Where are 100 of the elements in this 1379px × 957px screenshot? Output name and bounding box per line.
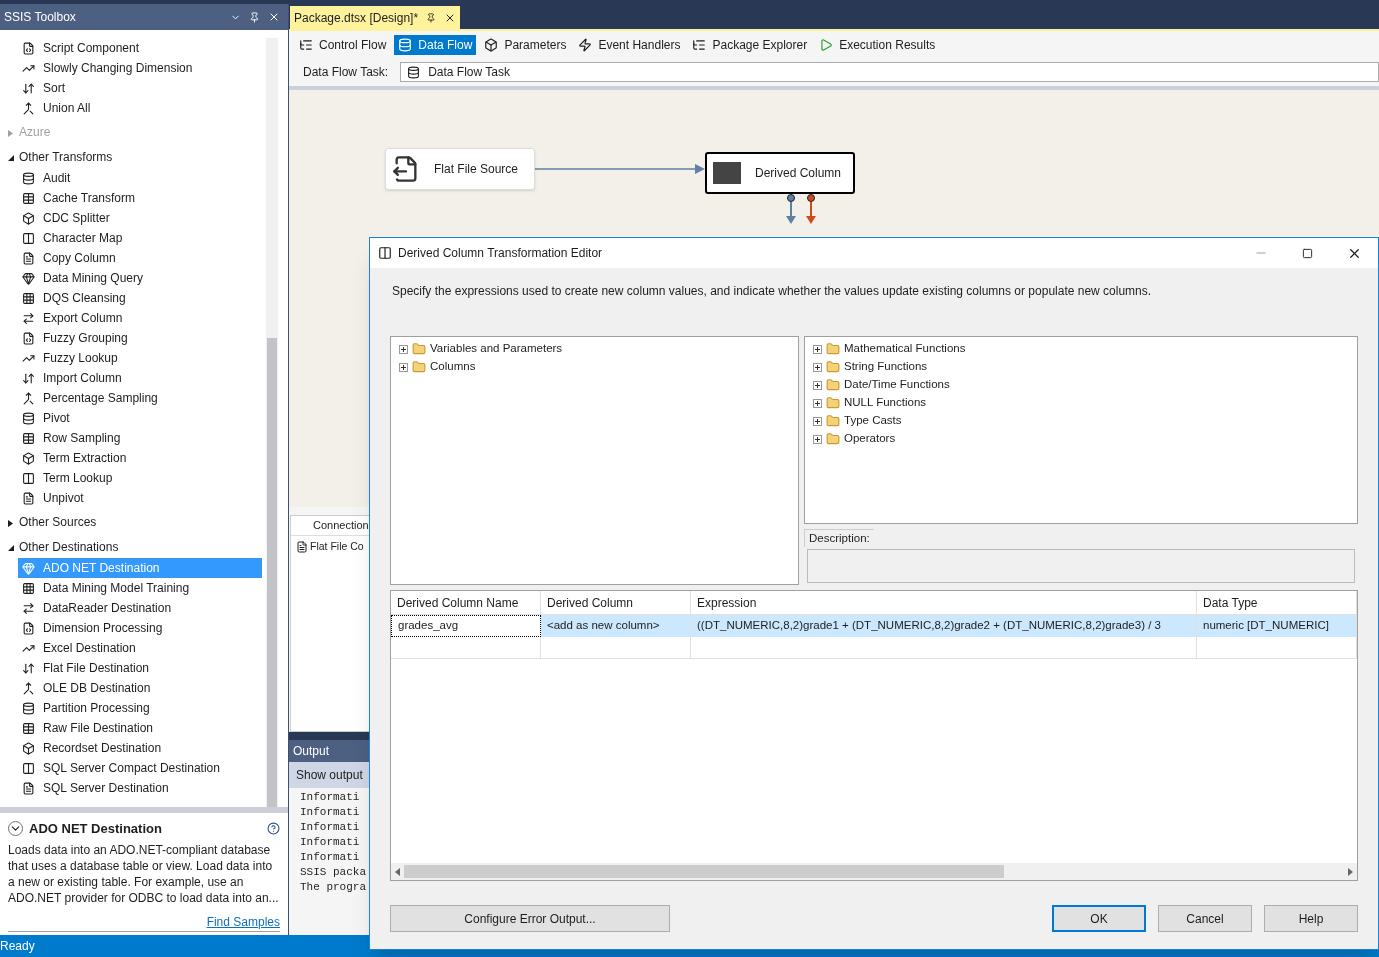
expand-box-icon[interactable] (813, 362, 822, 372)
description-label: Description: (804, 529, 874, 548)
column-header[interactable]: Data Type (1197, 591, 1357, 614)
toolbox-item[interactable]: Audit (18, 168, 262, 188)
tree-item[interactable]: Mathematical Functions (813, 340, 1354, 358)
database-icon (22, 701, 35, 715)
toolbox-item[interactable]: Dimension Processing (18, 618, 262, 638)
collapsed-triangle-icon[interactable] (8, 520, 14, 527)
tree-item[interactable]: NULL Functions (813, 394, 1354, 412)
toolbox-item[interactable]: Row Sampling (18, 428, 262, 448)
folder-icon (826, 378, 840, 392)
toolbox-item[interactable]: Character Map (18, 228, 262, 248)
designer-tab[interactable]: Parameters (480, 34, 571, 55)
toolbox-item[interactable]: Pivot (18, 408, 262, 428)
folder-icon (826, 432, 840, 446)
toolbox-item[interactable]: Excel Destination (18, 638, 262, 658)
pin-icon[interactable] (426, 12, 437, 23)
toolbox-item[interactable]: Sort (18, 78, 262, 98)
tree-item[interactable]: Type Casts (813, 412, 1354, 430)
toolbox-item[interactable]: DQS Cleansing (18, 288, 262, 308)
toolbox-item[interactable]: OLE DB Destination (18, 678, 262, 698)
gem-icon (22, 271, 35, 285)
toolbox-item[interactable]: Term Extraction (18, 448, 262, 468)
column-header[interactable]: Derived Column (541, 591, 691, 614)
columns-icon (22, 761, 35, 775)
designer-tab[interactable]: Package Explorer (688, 34, 812, 55)
designer-tab[interactable]: Execution Results (815, 34, 940, 55)
toolbox-item[interactable]: Slowly Changing Dimension (18, 58, 262, 78)
connection-item[interactable]: Flat File Co (291, 536, 364, 558)
expand-box-icon[interactable] (813, 416, 822, 426)
toolbox-group[interactable]: Other Transforms (0, 143, 266, 168)
toolbox-item[interactable]: Export Column (18, 308, 262, 328)
maximize-icon[interactable] (1302, 247, 1313, 259)
scroll-right-icon[interactable] (1348, 867, 1353, 876)
scroll-left-icon[interactable] (395, 867, 400, 876)
toolbox-item[interactable]: Recordset Destination (18, 738, 262, 758)
merge-arrows-icon (22, 681, 35, 695)
horizontal-scrollbar[interactable] (391, 863, 1357, 880)
toolbox-item[interactable]: Union All (18, 98, 262, 118)
cancel-button[interactable]: Cancel (1158, 905, 1252, 932)
table-cell: ((DT_NUMERIC,8,2)grade1 + (DT_NUMERIC,8,2)grade2 + (DT_NUMERIC,8,2)grade3) / 3 (691, 615, 1197, 637)
toolbox-item[interactable]: CDC Splitter (18, 208, 262, 228)
toolbox-item[interactable]: Raw File Destination (18, 718, 262, 738)
expand-box-icon[interactable] (399, 344, 408, 354)
ok-button[interactable]: OK (1052, 905, 1146, 932)
toolbox-item[interactable]: Copy Column (18, 248, 262, 268)
expand-box-icon[interactable] (813, 380, 822, 390)
tree-item[interactable]: Date/Time Functions (813, 376, 1354, 394)
grid-row[interactable]: grades_avg <add as new column> ((DT_NUMERIC,8,2)grade1 + (DT_NUMERIC,8,2)grade2 + (DT_NUMERIC,8,2)grade3) / 3 numeric [DT_NUMERIC] (391, 615, 1357, 637)
toolbox-item[interactable]: Import Column (18, 368, 262, 388)
toolbox-item[interactable]: Partition Processing (18, 698, 262, 718)
cube-icon (22, 211, 35, 225)
task-selector[interactable]: Data Flow Task (400, 62, 1379, 82)
cube-icon (22, 451, 35, 465)
toolbox-item[interactable]: Fuzzy Lookup (18, 348, 262, 368)
close-icon[interactable] (268, 11, 280, 23)
tree-item[interactable]: Variables and Parameters (399, 340, 795, 358)
designer-tab[interactable]: Event Handlers (574, 34, 685, 55)
toolbox-item[interactable]: Fuzzy Grouping (18, 328, 262, 348)
expand-box-icon[interactable] (813, 434, 822, 444)
data-flow-node[interactable]: Flat File Source (385, 148, 535, 190)
toolbox-item[interactable]: Script Component (18, 38, 262, 58)
column-header[interactable]: Derived Column Name (391, 591, 541, 614)
data-flow-node[interactable]: Derived Column (705, 152, 855, 194)
toolbox-item[interactable]: Term Lookup (18, 468, 262, 488)
expand-box-icon[interactable] (813, 398, 822, 408)
toolbox-item[interactable]: Unpivot (18, 488, 262, 508)
folder-icon (412, 342, 426, 356)
help-icon[interactable] (267, 822, 280, 836)
designer-tab[interactable]: Control Flow (295, 34, 391, 55)
folder-icon (826, 342, 840, 356)
toolbox-item[interactable]: SQL Server Compact Destination (18, 758, 262, 778)
expand-box-icon[interactable] (399, 362, 408, 372)
toolbox-group[interactable]: Other Destinations (0, 533, 266, 558)
window-title: Derived Column Transformation Editor (398, 245, 604, 262)
toolbox-item[interactable]: DataReader Destination (18, 598, 262, 618)
toolbox-item[interactable]: SQL Server Destination (18, 778, 262, 798)
toolbox-item[interactable]: Flat File Destination (18, 658, 262, 678)
designer-tab[interactable]: Data Flow (394, 34, 477, 55)
expand-box-icon[interactable] (813, 344, 822, 354)
expanded-triangle-icon[interactable] (8, 155, 14, 162)
pin-icon[interactable] (249, 11, 260, 23)
column-header[interactable]: Expression (691, 591, 1197, 614)
toolbox-item[interactable]: Cache Transform (18, 188, 262, 208)
expanded-triangle-icon[interactable] (8, 545, 14, 552)
script-icon (22, 331, 35, 345)
help-button[interactable]: Help (1264, 905, 1358, 932)
tree-item[interactable]: String Functions (813, 358, 1354, 376)
flow-nodes-icon (299, 37, 313, 52)
toolbox-item[interactable]: Data Mining Query (18, 268, 262, 288)
document-tab[interactable]: Package.dtsx [Design]* (290, 6, 461, 29)
tree-item[interactable]: Operators (813, 430, 1354, 448)
toolbox-group[interactable]: Other Sources (0, 508, 266, 533)
toolbox-item[interactable]: Percentage Sampling (18, 388, 262, 408)
configure-error-output-button[interactable]: Configure Error Output... (390, 905, 670, 932)
find-samples-link[interactable]: Find Samples (206, 913, 280, 931)
output-line: Informati (300, 850, 360, 865)
output-line: SSIS packa (300, 865, 366, 880)
toolbox-item[interactable]: Data Mining Model Training (18, 578, 262, 598)
tree-item[interactable]: Columns (399, 358, 795, 376)
